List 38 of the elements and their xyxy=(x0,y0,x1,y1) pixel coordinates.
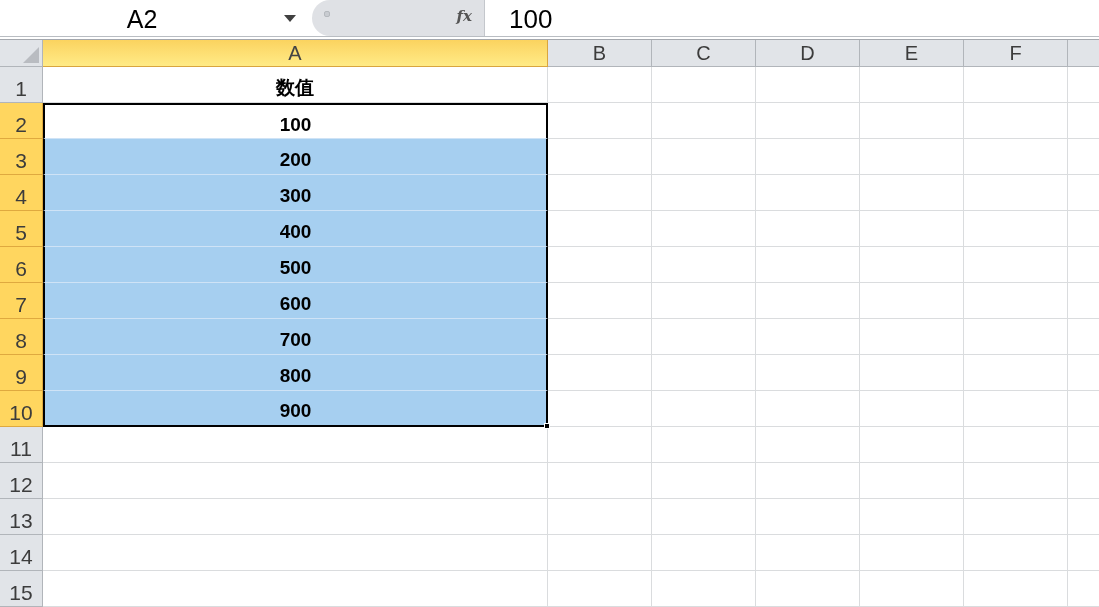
row-header[interactable]: 12 xyxy=(0,463,43,499)
column-header[interactable]: C xyxy=(652,40,756,67)
row-header[interactable]: 5 xyxy=(0,211,43,247)
table-cell: 900 xyxy=(43,391,548,427)
fill-handle[interactable] xyxy=(544,423,550,429)
row-header[interactable]: 7 xyxy=(0,283,43,319)
table-cell: 400 xyxy=(43,211,548,247)
table-cell: 100 xyxy=(43,103,548,139)
select-all-corner[interactable] xyxy=(0,40,43,67)
row-header[interactable]: 4 xyxy=(0,175,43,211)
table-cell: 600 xyxy=(43,283,548,319)
column-header[interactable] xyxy=(1068,40,1099,67)
grip-icon[interactable] xyxy=(324,11,330,17)
row-header[interactable]: 8 xyxy=(0,319,43,355)
caret-down-icon[interactable] xyxy=(284,14,296,22)
row-header[interactable]: 10 xyxy=(0,391,43,427)
column-header[interactable]: B xyxy=(548,40,652,67)
table-cell: 500 xyxy=(43,247,548,283)
row-header[interactable]: 13 xyxy=(0,499,43,535)
triangle-icon xyxy=(23,47,39,63)
table-cell: 800 xyxy=(43,355,548,391)
row-header[interactable]: 9 xyxy=(0,355,43,391)
row-header[interactable]: 2 xyxy=(0,103,43,139)
column-header[interactable]: A xyxy=(43,40,548,67)
insert-function-button[interactable]: fx xyxy=(456,8,472,24)
row-header[interactable]: 6 xyxy=(0,247,43,283)
table-cell: 200 xyxy=(43,139,548,175)
row-header[interactable]: 11 xyxy=(0,427,43,463)
column-header[interactable]: F xyxy=(964,40,1068,67)
column-header[interactable]: E xyxy=(860,40,964,67)
row-header[interactable]: 3 xyxy=(0,139,43,175)
table-cell: 300 xyxy=(43,175,548,211)
row-header[interactable]: 14 xyxy=(0,535,43,571)
table-cell: 700 xyxy=(43,319,548,355)
column-header[interactable]: D xyxy=(756,40,860,67)
row-header[interactable]: 15 xyxy=(0,571,43,607)
table-cell: 数值 xyxy=(43,67,548,103)
row-header[interactable]: 1 xyxy=(0,67,43,103)
